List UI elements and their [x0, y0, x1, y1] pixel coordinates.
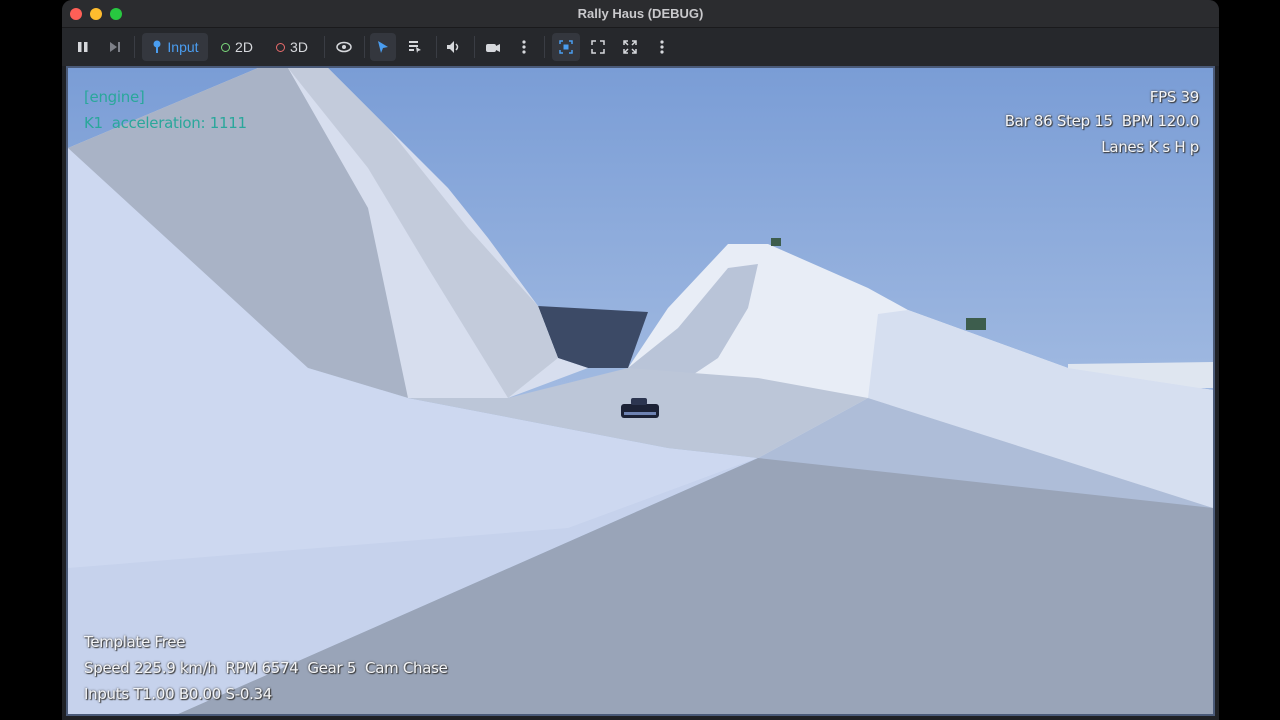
fullscreen-icon [623, 40, 637, 54]
lanes-readout: Lanes K s H p [1101, 138, 1199, 156]
camera-button[interactable] [480, 33, 506, 61]
input-mode-button[interactable]: Input [142, 33, 208, 61]
pause-icon [78, 42, 88, 52]
game-window: Rally Haus (DEBUG) Input 2D 3D [engine] … [62, 0, 1219, 720]
mode-2d-button[interactable]: 2D [214, 33, 260, 61]
step-frame-button[interactable] [104, 33, 126, 61]
embed-game-button[interactable] [552, 33, 580, 61]
toolbar-separator [436, 36, 437, 58]
pause-button[interactable] [72, 33, 94, 61]
ring-2d-icon [221, 42, 231, 52]
music-bar-readout: Bar 86 Step 15 BPM 120.0 [1004, 112, 1200, 130]
kebab-menu-icon [660, 40, 664, 54]
mode-3d-label: 3D [290, 39, 308, 55]
toolbar-separator [134, 36, 135, 58]
more-options-button[interactable] [652, 33, 672, 61]
toolbar-separator [324, 36, 325, 58]
speed-readout: Speed 225.9 km/h RPM 6574 Gear 5 Cam Cha… [84, 659, 448, 677]
joystick-icon [153, 40, 161, 53]
step-icon [110, 42, 120, 52]
toolbar-separator [544, 36, 545, 58]
kebab-menu-icon [522, 40, 526, 54]
game-viewport[interactable]: [engine] K1 acceleration: 1111 FPS 39 Ba… [66, 66, 1215, 716]
fullscreen-button[interactable] [618, 33, 642, 61]
window-title: Rally Haus (DEBUG) [577, 6, 704, 21]
input-mode-label: Input [167, 39, 199, 55]
tree [966, 318, 986, 330]
title-bar: Rally Haus (DEBUG) [62, 0, 1219, 28]
eye-icon [336, 41, 352, 53]
ring-3d-icon [276, 42, 286, 52]
embed-icon [559, 40, 573, 54]
list-select-button[interactable] [402, 33, 428, 61]
camera-icon [486, 44, 500, 52]
expand-icon [591, 40, 605, 54]
debug-engine-header: [engine] [84, 88, 145, 106]
debug-toolbar: Input 2D 3D [62, 28, 1219, 66]
audio-button[interactable] [442, 33, 466, 61]
select-tool-button[interactable] [370, 33, 396, 61]
template-label: Template Free [84, 633, 186, 651]
mode-2d-label: 2D [235, 39, 253, 55]
fit-view-button[interactable] [586, 33, 610, 61]
speaker-icon [447, 41, 459, 53]
game-scene [68, 68, 1213, 714]
mode-3d-button[interactable]: 3D [268, 33, 316, 61]
fps-readout: FPS 39 [1149, 88, 1200, 106]
toolbar-separator [364, 36, 365, 58]
cursor-icon [378, 41, 388, 53]
tree [771, 238, 781, 246]
debug-acceleration-line: K1 acceleration: 1111 [84, 114, 247, 132]
visibility-button[interactable] [332, 33, 356, 61]
camera-options-button[interactable] [514, 33, 534, 61]
toolbar-separator [474, 36, 475, 58]
list-cursor-icon [409, 41, 421, 53]
inputs-readout: Inputs T1.00 B0.00 S-0.34 [84, 685, 273, 703]
